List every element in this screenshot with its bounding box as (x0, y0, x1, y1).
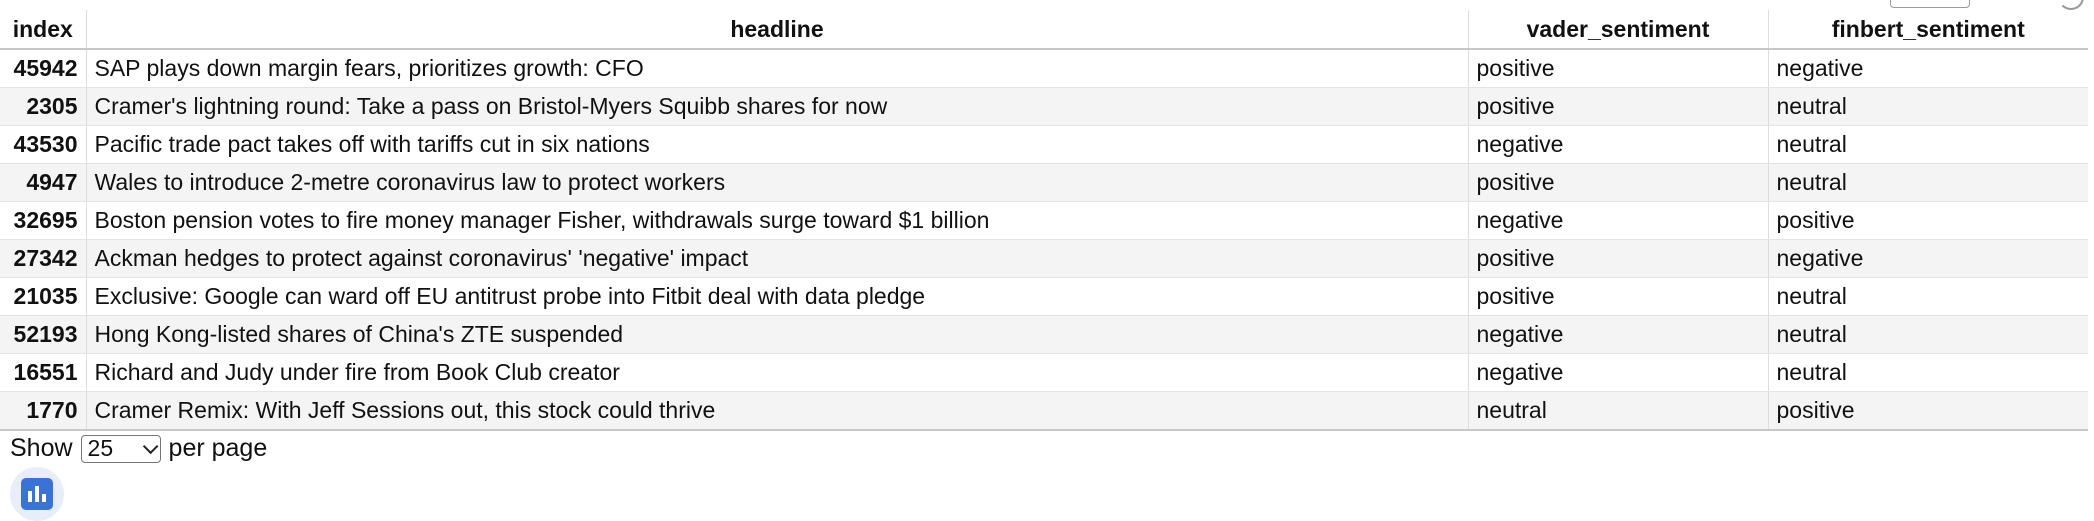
table-row: 4947 Wales to introduce 2-metre coronavi… (0, 163, 2088, 202)
column-header-finbert-sentiment[interactable]: finbert_sentiment (1768, 10, 2088, 50)
cell-headline: SAP plays down margin fears, prioritizes… (86, 49, 1469, 88)
table-header: index headline vader_sentiment finbert_s… (0, 10, 2088, 50)
cell-vader-sentiment: neutral (1468, 391, 1769, 431)
table-row: 1770 Cramer Remix: With Jeff Sessions ou… (0, 391, 2088, 431)
cell-vader-sentiment: negative (1468, 125, 1769, 164)
top-control-box[interactable] (1890, 0, 1970, 8)
chart-button-face (21, 478, 53, 510)
table-row: 45942 SAP plays down margin fears, prior… (0, 49, 2088, 88)
cell-finbert-sentiment: neutral (1768, 353, 2088, 392)
cell-headline: Boston pension votes to fire money manag… (86, 201, 1469, 240)
cell-vader-sentiment: negative (1468, 201, 1769, 240)
per-page-label: per page (168, 434, 268, 462)
cell-headline: Hong Kong-listed shares of China's ZTE s… (86, 315, 1469, 354)
cell-headline: Cramer Remix: With Jeff Sessions out, th… (86, 391, 1469, 431)
cell-vader-sentiment: positive (1468, 239, 1769, 278)
cell-index: 21035 (0, 277, 87, 316)
cell-headline: Wales to introduce 2-metre coronavirus l… (86, 163, 1469, 202)
cell-headline: Richard and Judy under fire from Book Cl… (86, 353, 1469, 392)
cell-index: 2305 (0, 87, 87, 126)
cell-finbert-sentiment: neutral (1768, 87, 2088, 126)
cell-index: 45942 (0, 49, 87, 88)
cell-finbert-sentiment: positive (1768, 201, 2088, 240)
table-row: 21035 Exclusive: Google can ward off EU … (0, 277, 2088, 316)
cell-vader-sentiment: negative (1468, 315, 1769, 354)
chevron-down-icon (142, 438, 158, 455)
table-row: 16551 Richard and Judy under fire from B… (0, 353, 2088, 392)
chart-button[interactable] (10, 467, 64, 521)
column-header-index[interactable]: index (0, 10, 87, 50)
cell-vader-sentiment: positive (1468, 277, 1769, 316)
cell-finbert-sentiment: neutral (1768, 277, 2088, 316)
table-row: 27342 Ackman hedges to protect against c… (0, 239, 2088, 278)
cell-vader-sentiment: negative (1468, 353, 1769, 392)
show-label: Show (10, 434, 73, 462)
cell-index: 27342 (0, 239, 87, 278)
header-row: index headline vader_sentiment finbert_s… (0, 10, 2088, 50)
pagination-controls: Show 25 per page (10, 434, 267, 463)
table-row: 2305 Cramer's lightning round: Take a pa… (0, 87, 2088, 126)
cell-headline: Pacific trade pact takes off with tariff… (86, 125, 1469, 164)
data-table: index headline vader_sentiment finbert_s… (0, 10, 2088, 431)
cell-finbert-sentiment: negative (1768, 49, 2088, 88)
data-table-container: index headline vader_sentiment finbert_s… (0, 10, 2088, 431)
cell-finbert-sentiment: positive (1768, 391, 2088, 431)
cell-index: 52193 (0, 315, 87, 354)
cell-finbert-sentiment: neutral (1768, 125, 2088, 164)
cell-index: 43530 (0, 125, 87, 164)
page-size-value: 25 (87, 435, 114, 461)
cell-vader-sentiment: positive (1468, 49, 1769, 88)
cell-headline: Cramer's lightning round: Take a pass on… (86, 87, 1469, 126)
table-row: 43530 Pacific trade pact takes off with … (0, 125, 2088, 164)
cell-finbert-sentiment: negative (1768, 239, 2088, 278)
cell-index: 4947 (0, 163, 87, 202)
cell-index: 1770 (0, 391, 87, 431)
cell-vader-sentiment: positive (1468, 87, 1769, 126)
cell-finbert-sentiment: neutral (1768, 163, 2088, 202)
column-header-vader-sentiment[interactable]: vader_sentiment (1468, 10, 1769, 50)
cell-vader-sentiment: positive (1468, 163, 1769, 202)
cell-finbert-sentiment: neutral (1768, 315, 2088, 354)
cell-index: 32695 (0, 201, 87, 240)
table-row: 52193 Hong Kong-listed shares of China's… (0, 315, 2088, 354)
cell-headline: Exclusive: Google can ward off EU antitr… (86, 277, 1469, 316)
bar-chart-icon (28, 486, 46, 502)
refresh-icon[interactable] (2058, 0, 2084, 10)
cell-index: 16551 (0, 353, 87, 392)
page-size-select[interactable]: 25 (80, 434, 161, 463)
table-body: 45942 SAP plays down margin fears, prior… (0, 49, 2088, 431)
column-header-headline[interactable]: headline (86, 10, 1469, 50)
cell-headline: Ackman hedges to protect against coronav… (86, 239, 1469, 278)
table-row: 32695 Boston pension votes to fire money… (0, 201, 2088, 240)
